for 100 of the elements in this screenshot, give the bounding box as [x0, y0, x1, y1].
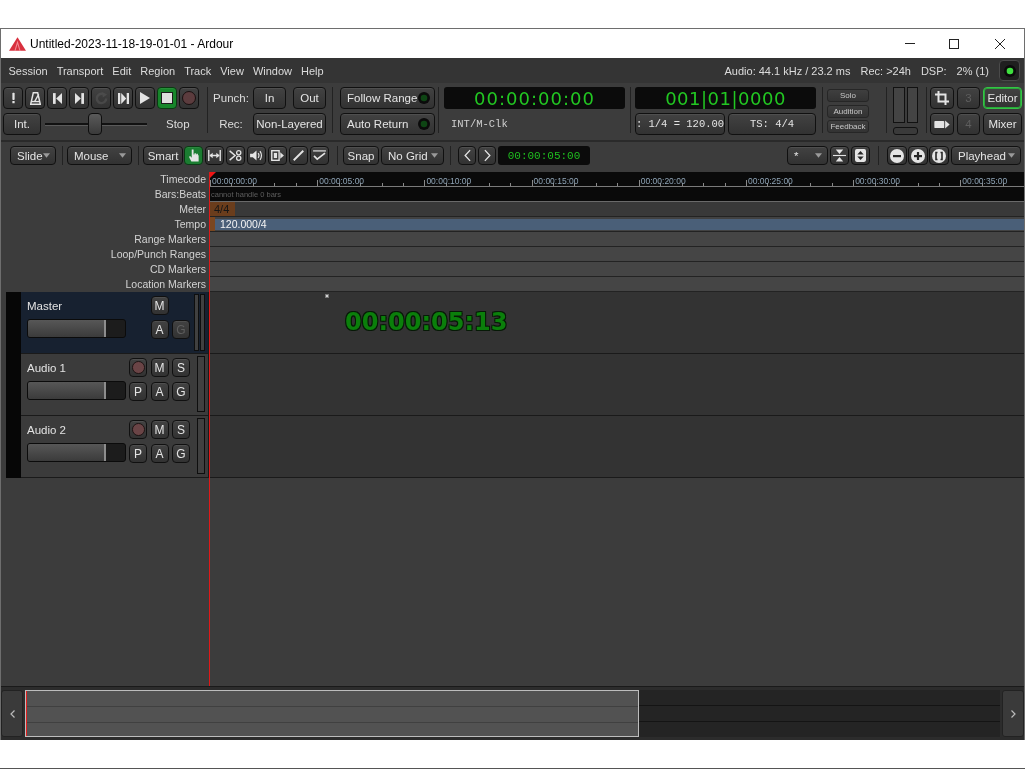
menu-item[interactable]: Window	[248, 64, 297, 77]
channel-button[interactable]: G	[172, 382, 190, 401]
channel-button[interactable]: P	[129, 444, 147, 463]
caret-icon	[1008, 153, 1015, 158]
secondary-clock[interactable]: 001|01|0000	[635, 87, 816, 109]
mouse-mode-dropdown[interactable]: Mouse	[67, 146, 132, 165]
smart-mode-button[interactable]: Smart	[143, 146, 183, 165]
zoom-out-icon	[890, 148, 904, 163]
channel-button[interactable]: A	[150, 444, 169, 463]
level-meter	[197, 418, 205, 474]
scroll-right-button[interactable]	[1002, 690, 1024, 737]
gain-fader[interactable]	[27, 319, 126, 338]
expand-tracks-button[interactable]	[851, 146, 870, 165]
loop-icon	[94, 91, 108, 105]
gain-fader[interactable]	[27, 443, 126, 462]
menu-item[interactable]: Session	[4, 64, 53, 77]
shuttle-mode-button[interactable]: Int.	[3, 113, 41, 135]
record-mode-button[interactable]: Non-Layered	[253, 113, 326, 135]
window-tab-button[interactable]: Mixer	[983, 113, 1022, 135]
tool-button[interactable]	[226, 146, 245, 165]
menu-item[interactable]: Help	[296, 64, 329, 77]
monitor-button[interactable]: Feedback	[827, 120, 869, 133]
panic-button[interactable]	[3, 87, 23, 109]
tool-button[interactable]	[247, 146, 266, 165]
ruler-label: Range Markers	[134, 233, 206, 246]
monitor-button[interactable]: Audition	[827, 104, 869, 118]
nudge-clock[interactable]: 00:00:05:00	[498, 146, 590, 165]
next-button[interactable]	[478, 146, 496, 165]
zoom-to-session-button[interactable]	[929, 146, 949, 165]
channel-button[interactable]: S	[172, 358, 190, 377]
previous-button[interactable]	[458, 146, 476, 165]
dsp-load-value: 2% (1)	[956, 64, 989, 77]
window-title: Untitled-2023-11-18-19-01-01 - Ardour	[30, 36, 234, 51]
track-name: Audio 1	[27, 361, 66, 375]
gain-fader[interactable]	[27, 381, 126, 400]
monitor-button[interactable]: Solo	[827, 89, 869, 102]
ruler-label: Tempo	[174, 218, 206, 231]
visible-tracks-dropdown[interactable]: *	[787, 146, 828, 165]
exclamation-icon	[11, 92, 15, 104]
edit-mode-dropdown[interactable]: Slide	[10, 146, 56, 165]
snap-button[interactable]: Snap	[343, 146, 379, 165]
go-to-end-button[interactable]	[69, 87, 89, 109]
maximize-icon[interactable]	[949, 38, 959, 49]
caret-icon	[43, 153, 50, 158]
play-range-button[interactable]	[113, 87, 133, 109]
punch-out-button[interactable]: Out	[293, 87, 326, 109]
close-icon[interactable]	[995, 38, 1005, 49]
punch-in-button[interactable]: In	[253, 87, 286, 109]
tool-button[interactable]	[205, 146, 224, 165]
tool-button[interactable]	[184, 146, 203, 165]
channel-button[interactable]: G	[172, 444, 190, 463]
caret-icon	[815, 153, 822, 158]
ruler-label: Bars:Beats	[154, 188, 206, 201]
chevron-left-icon	[9, 709, 15, 718]
menu-item[interactable]: Edit	[107, 64, 136, 77]
grid-dropdown[interactable]: No Grid	[381, 146, 444, 165]
chevron-left-icon	[463, 149, 471, 162]
tool-button[interactable]	[310, 146, 329, 165]
summary-view-box[interactable]	[25, 690, 640, 737]
go-to-start-button[interactable]	[47, 87, 67, 109]
option-toggle-button[interactable]: Auto Return	[340, 113, 435, 135]
stop-icon	[161, 92, 173, 104]
menu-item[interactable]: Region	[135, 64, 180, 77]
menu-item[interactable]: Track	[179, 64, 216, 77]
channel-button[interactable]: M	[150, 358, 169, 377]
tool-button[interactable]	[289, 146, 308, 165]
dsp-label: DSP:	[920, 64, 947, 77]
time-signature-button[interactable]: TS: 4/4	[728, 113, 816, 135]
window-tab-button[interactable]: Editor	[983, 87, 1022, 109]
tempo-button[interactable]: : 1/4 = 120.00	[635, 113, 725, 135]
record-label: Rec:	[219, 118, 243, 130]
menu-item[interactable]: Transport	[52, 64, 108, 77]
record-icon	[182, 91, 196, 105]
window-icon-button[interactable]	[930, 113, 954, 135]
channel-button[interactable]: S	[172, 420, 190, 439]
window-icon-button[interactable]	[930, 87, 954, 109]
time-label: 00:00:25:00	[747, 177, 793, 186]
menu-item[interactable]: View	[215, 64, 249, 77]
zoom-out-button[interactable]	[887, 146, 907, 165]
metronome-button[interactable]	[25, 87, 45, 109]
shuttle-slider[interactable]	[45, 113, 147, 135]
primary-clock[interactable]: 00:00:00:00	[444, 87, 625, 109]
stop-button[interactable]	[157, 87, 177, 109]
channel-button[interactable]: A	[150, 320, 169, 339]
channel-button[interactable]: M	[150, 296, 169, 315]
time-label: 00:00:15:00	[533, 177, 579, 186]
channel-button[interactable]: M	[150, 420, 169, 439]
track-name: Master	[27, 299, 63, 313]
slider-thumb[interactable]	[87, 113, 102, 135]
session-summary[interactable]	[25, 690, 1000, 737]
channel-button[interactable]: P	[129, 382, 147, 401]
shrink-tracks-button[interactable]	[830, 146, 849, 165]
option-toggle-button[interactable]: Follow Range	[340, 87, 435, 109]
tool-button[interactable]	[268, 146, 287, 165]
tempo-marker-icon[interactable]	[210, 217, 215, 231]
play-button[interactable]	[135, 87, 155, 109]
zoom-in-button[interactable]	[908, 146, 928, 165]
channel-button[interactable]: A	[150, 382, 169, 401]
scroll-left-button[interactable]	[1, 690, 23, 737]
zoom-focus-dropdown[interactable]: Playhead	[951, 146, 1021, 165]
